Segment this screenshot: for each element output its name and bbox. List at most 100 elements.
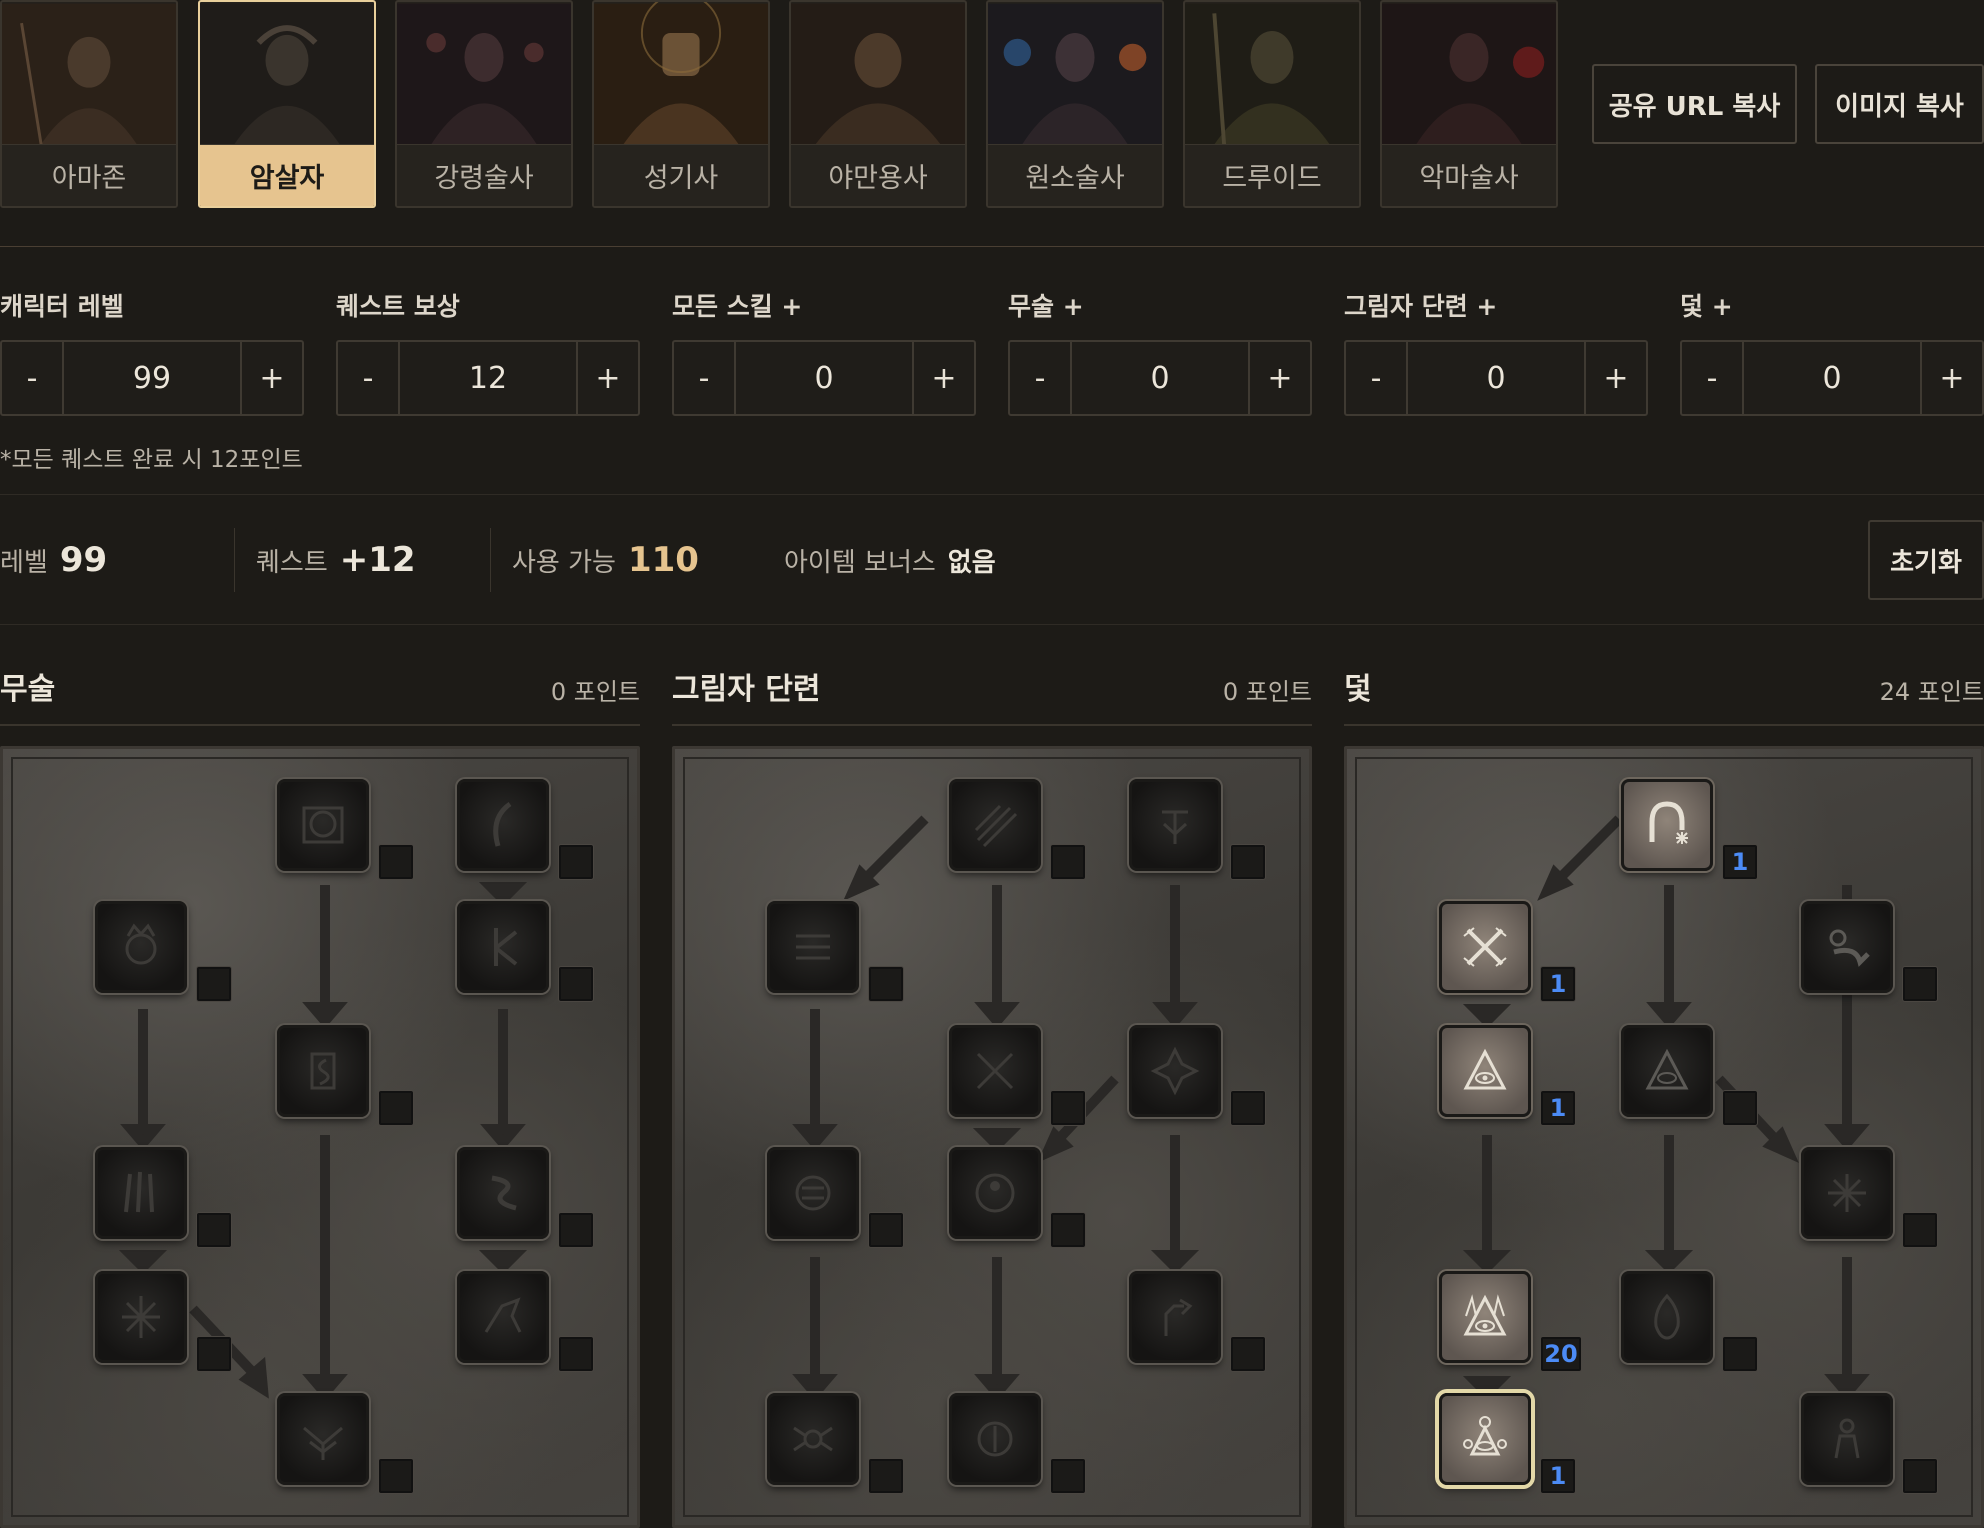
class-label: 암살자 [200,144,374,206]
skill-fists-of-fire[interactable] [95,901,187,993]
druid-portrait [1185,2,1359,146]
class-label: 성기사 [594,144,768,206]
skill-dragon-tail[interactable] [457,1147,549,1239]
reset-button[interactable]: 초기화 [1868,520,1984,600]
martial-arts-stepper: - 0 + [1008,340,1312,416]
all-skills-stepper: - 0 + [672,340,976,416]
skill-cloak-of-shadows[interactable] [1129,1025,1221,1117]
summary-quest-value: +12 [339,540,416,580]
paladin-portrait [594,2,768,146]
decrement-button[interactable]: - [2,342,64,414]
skill-cobra-strike[interactable] [277,1025,369,1117]
class-card-necromancer[interactable]: 강령술사 [395,0,573,208]
decrement-button[interactable]: - [1010,342,1072,414]
class-label: 원소술사 [988,144,1162,206]
skill-tree-martial-arts [0,746,640,1528]
skill-level-box [559,967,593,1001]
shadow-disciplines-label: 그림자 단련 + [1344,292,1498,321]
class-card-amazon[interactable]: 아마존 [0,0,178,208]
skill-shadow-warrior[interactable] [949,1147,1041,1239]
class-card-sorceress[interactable]: 원소술사 [986,0,1164,208]
star-icon [1150,1046,1200,1096]
shock-web-icon [1829,929,1870,967]
stepper-value[interactable]: 0 [1072,342,1248,414]
arc-spark-icon [1649,801,1688,844]
stepper-value[interactable]: 99 [64,342,240,414]
skill-tiger-strike[interactable] [277,779,369,871]
crossed-bolts-icon [1463,927,1507,967]
stepper-value[interactable]: 12 [400,342,576,414]
martial-arts-label: 무술 + [1008,292,1084,321]
quest-reward-stepper: - 12 + [336,340,640,416]
class-label: 악마술사 [1382,144,1556,206]
increment-button[interactable]: + [576,342,638,414]
skill-charged-bolt-sentry[interactable] [1621,779,1713,871]
class-card-druid[interactable]: 드루이드 [1183,0,1361,208]
skill-claws-of-thunder[interactable] [95,1147,187,1239]
skill-wake-of-destruction[interactable] [1621,1271,1713,1363]
skill-lightning-sentry[interactable] [1621,1025,1713,1117]
separator [234,528,235,592]
skill-level-box [1051,845,1085,879]
class-card-barbarian[interactable]: 야만용사 [789,0,967,208]
increment-button[interactable]: + [1920,342,1982,414]
skill-fade[interactable] [767,1147,859,1239]
skill-blade-sentinel[interactable] [1439,1025,1531,1117]
skill-psychic-hammer[interactable] [1129,779,1221,871]
skill-level-box [559,1337,593,1371]
class-card-assassin[interactable]: 암살자 [198,0,376,208]
class-card-warlock[interactable]: 악마술사 [1380,0,1558,208]
claw-mastery-icon [974,804,1018,848]
class-card-paladin[interactable]: 성기사 [592,0,770,208]
skill-level-box [1231,845,1265,879]
traps-label: 덫 + [1680,292,1733,321]
skill-level-box [1723,1091,1757,1125]
decrement-button[interactable]: - [1346,342,1408,414]
shadow-disciplines-stepper: - 0 + [1344,340,1648,416]
skill-tree-traps: 1 1 1 20 1 [1344,746,1984,1528]
skill-shadow-master[interactable] [949,1393,1041,1485]
skill-dragon-flight[interactable] [457,1271,549,1363]
amazon-portrait [2,2,176,146]
skill-phoenix-strike[interactable] [277,1393,369,1485]
class-selector: 아마존 암살자 강령술사 성기사 야만용사 원소술사 드루이드 악마술사 공유 … [0,0,1984,210]
skill-blades-of-ice[interactable] [95,1271,187,1363]
skill-mind-blast[interactable] [1129,1271,1221,1363]
increment-button[interactable]: + [240,342,302,414]
increment-button[interactable]: + [912,342,974,414]
skill-claw-mastery[interactable] [949,779,1041,871]
tree-points-shadow-disciplines: 0 포인트 [1222,678,1312,706]
copy-share-url-button[interactable]: 공유 URL 복사 [1592,64,1797,144]
skill-wake-of-inferno[interactable] [1801,1147,1893,1239]
barbarian-portrait [791,2,965,146]
traps-stepper: - 0 + [1680,340,1984,416]
skill-burst-of-speed[interactable] [767,901,859,993]
skill-level-box [379,1091,413,1125]
skill-shadow-trap[interactable] [1801,1393,1893,1485]
figure-icon [1834,1418,1860,1459]
skill-level-box [379,1459,413,1493]
shadow-figure-icon [975,1173,1015,1213]
skill-shock-web[interactable] [1801,901,1893,993]
skill-dragon-claw[interactable] [457,901,549,993]
decrement-button[interactable]: - [338,342,400,414]
skill-level-box [1051,1459,1085,1493]
increment-button[interactable]: + [1584,342,1646,414]
stepper-value[interactable]: 0 [1408,342,1584,414]
decrement-button[interactable]: - [674,342,736,414]
copy-image-button[interactable]: 이미지 복사 [1815,64,1984,144]
skill-death-sentry[interactable] [1439,1271,1531,1363]
skill-weapon-block[interactable] [949,1025,1041,1117]
decrement-button[interactable]: - [1682,342,1744,414]
stepper-value[interactable]: 0 [1744,342,1920,414]
class-label: 강령술사 [397,144,571,206]
divider [672,724,1312,726]
stepper-value[interactable]: 0 [736,342,912,414]
skill-level-badge: 1 [1541,1459,1575,1493]
skill-level-box [197,1213,231,1247]
skill-venom[interactable] [767,1393,859,1485]
skill-lightning-sentry-selected[interactable] [1439,1393,1531,1485]
skill-dragon-talon[interactable] [457,779,549,871]
skill-fire-blast[interactable] [1439,901,1531,993]
increment-button[interactable]: + [1248,342,1310,414]
